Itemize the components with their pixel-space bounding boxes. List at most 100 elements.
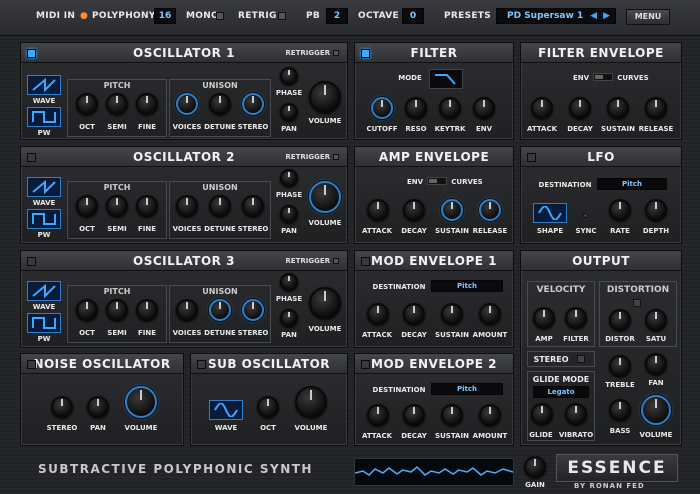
- amp-sustain-knob[interactable]: [441, 199, 463, 221]
- oct-knob[interactable]: [76, 93, 98, 115]
- detune-knob[interactable]: [209, 195, 231, 217]
- volume-knob[interactable]: [309, 81, 341, 113]
- mod2-attack-knob[interactable]: [367, 404, 389, 426]
- sub-oct-knob[interactable]: [257, 396, 279, 418]
- menu-button[interactable]: MENU: [626, 9, 670, 25]
- filter-env-curves-toggle[interactable]: [593, 73, 613, 81]
- env-knob[interactable]: [473, 97, 495, 119]
- filter-decay-knob[interactable]: [569, 97, 591, 119]
- oscillator-1-enable[interactable]: [27, 49, 36, 58]
- stereo-knob[interactable]: [242, 299, 264, 321]
- bass-knob[interactable]: [609, 399, 631, 421]
- mod1-attack-knob[interactable]: [367, 303, 389, 325]
- lfo-sync-led[interactable]: [583, 213, 588, 218]
- detune-knob[interactable]: [209, 93, 231, 115]
- mod-envelope-2-enable[interactable]: [361, 360, 370, 369]
- fan-knob[interactable]: [645, 353, 667, 375]
- voices-knob[interactable]: [176, 93, 198, 115]
- mod1-sustain-knob[interactable]: [441, 303, 463, 325]
- amp-release-knob[interactable]: [479, 199, 501, 221]
- lfo-depth-knob[interactable]: [645, 199, 667, 221]
- fine-knob[interactable]: [136, 195, 158, 217]
- wave-pulse-button[interactable]: [27, 209, 61, 229]
- phase-knob[interactable]: [280, 169, 298, 187]
- cutoff-knob[interactable]: [371, 97, 393, 119]
- noise-stereo-knob[interactable]: [51, 396, 73, 418]
- mod-envelope-1-enable[interactable]: [361, 257, 370, 266]
- noise-volume-knob[interactable]: [125, 386, 157, 418]
- oscillator-3-enable[interactable]: [27, 257, 36, 266]
- noise-oscillator-enable[interactable]: [27, 360, 36, 369]
- retrigger-checkbox[interactable]: [333, 154, 339, 160]
- vibrato-knob[interactable]: [565, 403, 587, 425]
- lfo-shape-button[interactable]: [533, 203, 567, 223]
- voices-knob[interactable]: [176, 195, 198, 217]
- mod2-decay-knob[interactable]: [403, 404, 425, 426]
- octave-value[interactable]: 0: [402, 8, 424, 24]
- pan-knob[interactable]: [280, 309, 298, 327]
- oct-knob[interactable]: [76, 195, 98, 217]
- oscillator-2-enable[interactable]: [27, 153, 36, 162]
- oscillator-2-retrigger[interactable]: RETRIGGER: [285, 153, 339, 161]
- distortion-enable[interactable]: [633, 299, 641, 307]
- mod1-decay-knob[interactable]: [403, 303, 425, 325]
- voices-knob[interactable]: [176, 299, 198, 321]
- stereo-knob[interactable]: [242, 93, 264, 115]
- filter-sustain-knob[interactable]: [607, 97, 629, 119]
- noise-pan-knob[interactable]: [87, 396, 109, 418]
- volume-knob[interactable]: [309, 287, 341, 319]
- lfo-destination-select[interactable]: Pitch: [597, 178, 667, 190]
- phase-knob[interactable]: [280, 67, 298, 85]
- velocity-amp-knob[interactable]: [533, 307, 555, 329]
- preset-next-icon[interactable]: ▶: [603, 9, 610, 23]
- retrig-checkbox[interactable]: [278, 12, 286, 20]
- wave-saw-button[interactable]: [27, 281, 61, 301]
- sub-wave-sine-button[interactable]: [209, 400, 243, 420]
- semi-knob[interactable]: [106, 195, 128, 217]
- stereo-knob[interactable]: [242, 195, 264, 217]
- keytrk-knob[interactable]: [439, 97, 461, 119]
- retrigger-checkbox[interactable]: [333, 50, 339, 56]
- lfo-rate-knob[interactable]: [609, 199, 631, 221]
- pb-value[interactable]: 2: [326, 8, 348, 24]
- sub-volume-knob[interactable]: [295, 386, 327, 418]
- preset-prev-icon[interactable]: ◀: [590, 9, 597, 23]
- stereo-output-checkbox[interactable]: [577, 355, 585, 363]
- filter-enable[interactable]: [361, 49, 370, 58]
- treble-knob[interactable]: [609, 355, 631, 377]
- filter-mode-button[interactable]: [429, 69, 463, 89]
- polyphony-value[interactable]: 16: [154, 8, 176, 24]
- wave-pulse-button[interactable]: [27, 107, 61, 127]
- retrigger-checkbox[interactable]: [333, 258, 339, 264]
- fine-knob[interactable]: [136, 299, 158, 321]
- amp-attack-knob[interactable]: [367, 199, 389, 221]
- wave-saw-button[interactable]: [27, 75, 61, 95]
- preset-name-display[interactable]: PD Supersaw 1 ◀ ▶: [496, 8, 616, 24]
- oscillator-3-retrigger[interactable]: RETRIGGER: [285, 257, 339, 265]
- reso-knob[interactable]: [405, 97, 427, 119]
- pan-knob[interactable]: [280, 205, 298, 223]
- distor-knob[interactable]: [609, 309, 631, 331]
- amp-env-curves-toggle[interactable]: [427, 177, 447, 185]
- pan-knob[interactable]: [280, 103, 298, 121]
- phase-knob[interactable]: [280, 273, 298, 291]
- detune-knob[interactable]: [209, 299, 231, 321]
- semi-knob[interactable]: [106, 299, 128, 321]
- mod-env2-destination-select[interactable]: Pitch: [431, 383, 503, 395]
- oscillator-1-retrigger[interactable]: RETRIGGER: [285, 49, 339, 57]
- velocity-filter-knob[interactable]: [565, 307, 587, 329]
- lfo-enable[interactable]: [527, 153, 536, 162]
- volume-knob[interactable]: [309, 181, 341, 213]
- satu-knob[interactable]: [645, 309, 667, 331]
- gain-knob[interactable]: [524, 456, 546, 478]
- amp-decay-knob[interactable]: [403, 199, 425, 221]
- master-volume-knob[interactable]: [641, 395, 671, 425]
- semi-knob[interactable]: [106, 93, 128, 115]
- glide-knob[interactable]: [531, 403, 553, 425]
- mod2-sustain-knob[interactable]: [441, 404, 463, 426]
- wave-pulse-button[interactable]: [27, 313, 61, 333]
- oct-knob[interactable]: [76, 299, 98, 321]
- filter-release-knob[interactable]: [645, 97, 667, 119]
- sub-oscillator-enable[interactable]: [197, 360, 206, 369]
- mod2-amount-knob[interactable]: [479, 404, 501, 426]
